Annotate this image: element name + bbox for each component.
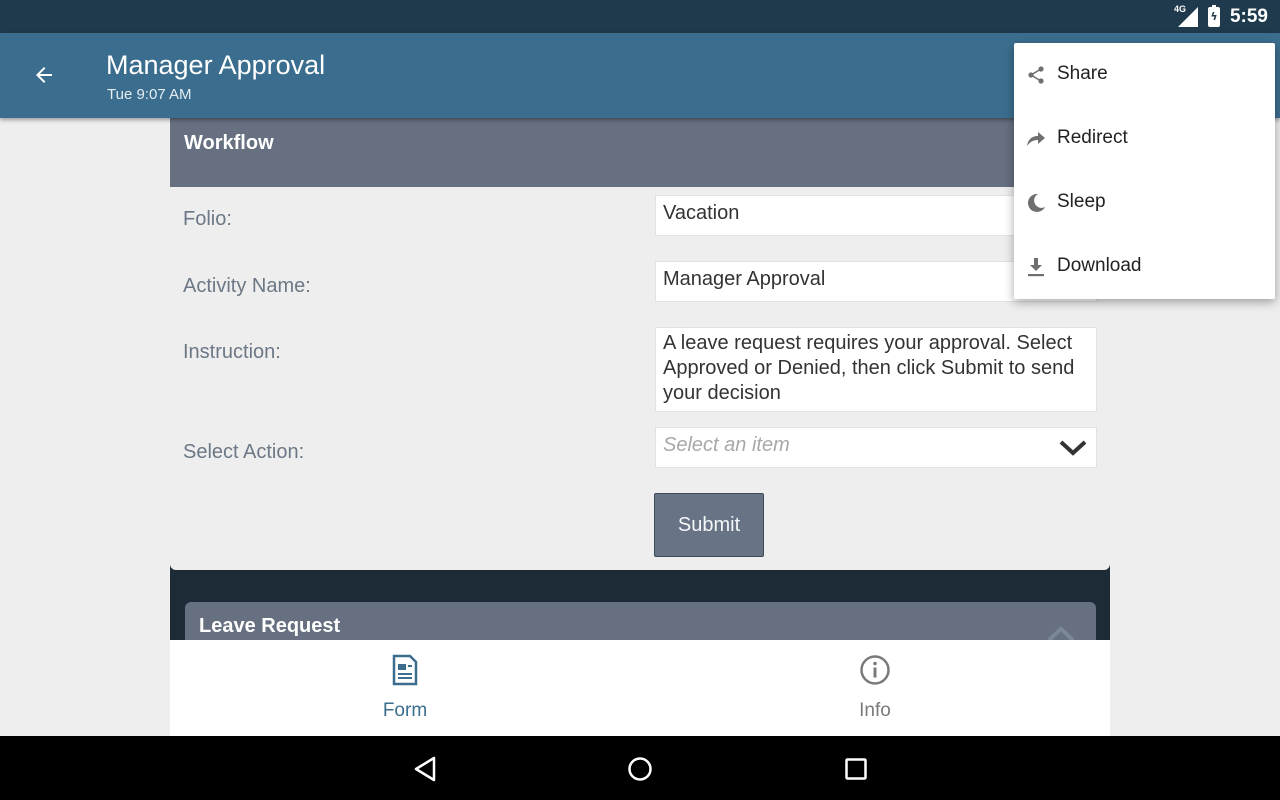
menu-item-redirect[interactable]: Redirect [1014, 107, 1275, 171]
status-clock: 5:59 [1229, 5, 1268, 27]
triangle-back-icon [414, 756, 436, 782]
page-subtitle: Tue 9:07 AM [107, 86, 192, 103]
menu-item-download[interactable]: Download [1014, 235, 1275, 299]
menu-item-redirect-label: Redirect [1057, 127, 1128, 148]
share-icon [1028, 66, 1044, 84]
back-button[interactable] [24, 55, 64, 95]
activity-name-label: Activity Name: [183, 275, 311, 297]
tab-form[interactable]: Form [170, 640, 640, 736]
workflow-header[interactable]: Workflow [170, 118, 1110, 187]
info-icon [860, 655, 890, 685]
tab-info-label: Info [859, 700, 891, 721]
arrow-back-icon [36, 67, 52, 83]
status-indicators: 4G ϟ 5:59 [1173, 0, 1268, 33]
circle-home-icon [628, 757, 652, 781]
download-icon [1028, 258, 1044, 277]
workflow-card: Workflow Folio: Vacation Activity Name: … [170, 118, 1110, 570]
select-action-label: Select Action: [183, 441, 305, 463]
square-recents-icon [845, 758, 867, 780]
nav-recents-button[interactable] [841, 754, 871, 784]
menu-item-share[interactable]: Share [1014, 43, 1275, 107]
status-bar: 4G ϟ 5:59 [0, 0, 1280, 33]
moon-icon [1027, 193, 1045, 212]
chevron-down-icon [1059, 440, 1087, 456]
nav-home-button[interactable] [625, 754, 655, 784]
network-type: 4G [1173, 3, 1186, 14]
menu-item-sleep-label: Sleep [1057, 191, 1106, 212]
select-action-dropdown[interactable]: Select an item [655, 427, 1097, 468]
overflow-menu: Share Redirect Sleep Download [1014, 43, 1275, 299]
bottom-navigation: Form Info [170, 640, 1110, 736]
leave-request-title: Leave Request [199, 615, 341, 637]
page-title: Manager Approval [106, 50, 326, 80]
redirect-icon [1027, 132, 1045, 146]
select-action-placeholder: Select an item [663, 434, 790, 456]
menu-item-download-label: Download [1057, 255, 1142, 276]
left-margin [0, 118, 170, 736]
instruction-field: A leave request requires your approval. … [655, 327, 1097, 412]
workflow-title: Workflow [184, 132, 274, 154]
tab-form-label: Form [382, 700, 428, 721]
signal-indicator: 4G [1173, 3, 1198, 27]
menu-item-sleep[interactable]: Sleep [1014, 171, 1275, 235]
form-icon [392, 654, 418, 686]
tab-info[interactable]: Info [640, 640, 1110, 736]
submit-button[interactable]: Submit [654, 493, 764, 557]
instruction-label: Instruction: [183, 341, 281, 363]
system-nav-bar [0, 736, 1280, 800]
folio-label: Folio: [183, 208, 232, 230]
nav-back-button[interactable] [410, 754, 440, 784]
battery-icon: ϟ [1207, 4, 1220, 27]
menu-item-share-label: Share [1057, 63, 1108, 84]
